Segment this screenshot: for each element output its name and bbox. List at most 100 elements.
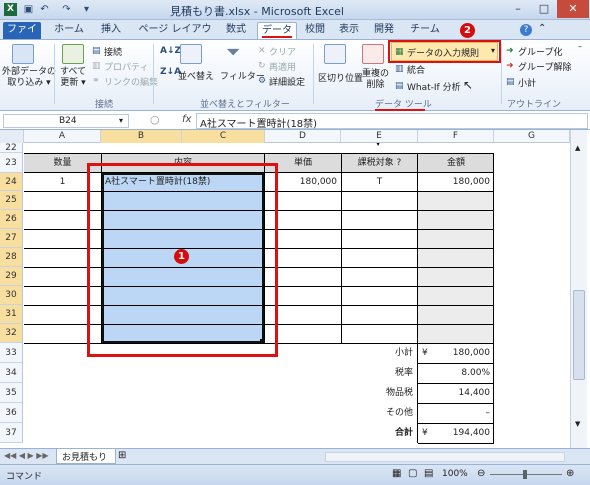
row-header-24[interactable]: 24 xyxy=(0,173,23,191)
ungroup-icon: ➜ xyxy=(506,61,514,71)
connections-button[interactable]: 接続 xyxy=(104,45,122,58)
row-header-31[interactable]: 31 xyxy=(0,305,23,324)
tab-review[interactable]: 校閲 xyxy=(299,22,331,39)
filter-icon[interactable]: ⏷ xyxy=(226,44,240,62)
advanced-filter-button[interactable]: 詳細設定 xyxy=(269,75,305,88)
sort-button[interactable]: 並べ替え xyxy=(178,69,214,82)
row-header-22[interactable]: 22 xyxy=(0,143,23,153)
sheet-tab-estimate[interactable]: お見積もり xyxy=(56,449,116,464)
row-header-33[interactable]: 33 xyxy=(0,343,23,363)
minimize-button[interactable]: – xyxy=(505,0,531,18)
properties-icon: ▥ xyxy=(92,61,101,71)
sort-ascending-button[interactable]: A↓Z xyxy=(160,46,181,56)
group-sort-filter-label: 並べ替えとフィルター xyxy=(200,100,290,110)
refresh-all-button[interactable]: すべて 更新 ▾ xyxy=(60,67,86,89)
horizontal-scrollbar[interactable] xyxy=(325,452,565,462)
row-header-25[interactable]: 25 xyxy=(0,191,23,210)
undo-icon[interactable]: ↶ xyxy=(38,3,51,16)
reapply-button[interactable]: 再適用 xyxy=(269,60,296,73)
consolidate-icon: ▥ xyxy=(395,64,404,74)
edit-links-button[interactable]: リンクの編集 xyxy=(104,75,158,88)
total-label-other: その他 xyxy=(385,408,413,418)
external-data-button[interactable]: 外部データの 取り込み ▾ xyxy=(2,67,56,89)
qat-customize-icon[interactable]: ▾ xyxy=(80,3,93,16)
normal-view-icon[interactable]: ▦ xyxy=(392,468,401,479)
sheet-grid[interactable]: 22 23 24 25 26 27 28 29 30 31 32 33 34 3… xyxy=(0,143,570,448)
sort-icon[interactable] xyxy=(180,44,202,64)
redo-icon[interactable]: ↷ xyxy=(60,3,73,16)
tab-file[interactable]: ファイル xyxy=(3,22,41,51)
sheet-nav-icons[interactable]: ◀◀ ◀ ▶ ▶▶ xyxy=(4,451,49,460)
row-header-35[interactable]: 35 xyxy=(0,383,23,403)
total-value-tax-rate: 8.00% xyxy=(461,368,490,378)
ribbon-minimize-icon[interactable]: ⌃ xyxy=(538,23,546,34)
tab-formulas[interactable]: 数式 xyxy=(218,22,254,39)
tab-view[interactable]: 表示 xyxy=(333,22,365,39)
outline-more-icon[interactable]: – xyxy=(578,42,582,51)
total-value-grand: 194,400 xyxy=(452,428,490,438)
row-header-37[interactable]: 37 xyxy=(0,423,23,443)
new-sheet-icon[interactable]: ⊞ xyxy=(118,450,126,461)
clear-icon: ✕ xyxy=(258,46,266,56)
refresh-all-icon[interactable] xyxy=(62,44,84,64)
tab-team[interactable]: チーム xyxy=(407,22,443,39)
zoom-in-icon[interactable]: ⊕ xyxy=(566,468,574,479)
external-data-icon[interactable] xyxy=(12,44,34,64)
page-layout-view-icon[interactable]: ▢ xyxy=(408,468,417,479)
text-to-columns-button[interactable]: 区切り位置 xyxy=(318,71,363,84)
total-label-tax-rate: 税率 xyxy=(394,368,413,378)
group-button[interactable]: グループ化 xyxy=(518,45,562,58)
properties-button[interactable]: プロパティ xyxy=(104,60,148,73)
cell-e24[interactable]: T xyxy=(341,174,418,190)
tab-developer[interactable]: 開発 xyxy=(368,22,400,39)
row-header-28[interactable]: 28 xyxy=(0,248,23,267)
row-header-26[interactable]: 26 xyxy=(0,210,23,229)
help-icon[interactable]: ? xyxy=(520,24,532,36)
column-header-b[interactable]: B xyxy=(101,130,182,143)
name-box[interactable]: B24 ▾ xyxy=(3,114,129,128)
column-header-g[interactable]: G xyxy=(494,130,570,143)
formula-input[interactable]: A社スマート置時計(18禁) xyxy=(196,113,588,130)
select-all-corner[interactable] xyxy=(0,130,24,143)
sheet-tab-bar: ◀◀ ◀ ▶ ▶▶ お見積もり ⊞ xyxy=(0,448,590,464)
what-if-button[interactable]: What-If 分析 xyxy=(407,80,461,93)
cell-f24[interactable]: 180,000 xyxy=(418,174,490,190)
remove-duplicates-icon[interactable] xyxy=(362,44,384,64)
zoom-slider-thumb[interactable] xyxy=(523,470,527,479)
text-to-columns-icon[interactable] xyxy=(324,44,346,64)
row-header-23[interactable]: 23 xyxy=(0,153,23,173)
row-header-34[interactable]: 34 xyxy=(0,363,23,383)
column-header-c[interactable]: C xyxy=(182,130,265,143)
vertical-scrollbar[interactable]: ▲ ▼ xyxy=(570,130,587,448)
consolidate-button[interactable]: 統合 xyxy=(407,63,425,76)
row-header-27[interactable]: 27 xyxy=(0,229,23,248)
tab-insert[interactable]: 挿入 xyxy=(93,22,129,39)
column-header-d[interactable]: D xyxy=(265,130,341,143)
column-header-e[interactable]: E xyxy=(341,130,418,143)
tab-home[interactable]: ホーム xyxy=(50,22,88,39)
ungroup-button[interactable]: グループ解除 xyxy=(518,60,571,73)
total-value-other: – xyxy=(485,408,491,418)
insert-function-separator: ○ xyxy=(150,113,160,126)
row-header-29[interactable]: 29 xyxy=(0,267,23,286)
row-header-36[interactable]: 36 xyxy=(0,403,23,423)
clear-button[interactable]: クリア xyxy=(269,45,296,58)
row-header-30[interactable]: 30 xyxy=(0,286,23,305)
subtotal-button[interactable]: 小計 xyxy=(518,76,536,89)
close-button[interactable]: ✕ xyxy=(557,0,589,18)
page-break-view-icon[interactable]: ▤ xyxy=(424,468,433,479)
column-header-a[interactable]: A xyxy=(24,130,101,143)
zoom-out-icon[interactable]: ⊖ xyxy=(477,468,485,479)
ribbon: 外部データの 取り込み ▾ すべて 更新 ▾ ▤ 接続 ▥ プロパティ ⚭ リン… xyxy=(0,39,590,111)
maximize-button[interactable]: □ xyxy=(531,0,557,18)
column-header-f[interactable]: F xyxy=(418,130,494,143)
zoom-level[interactable]: 100% xyxy=(442,469,468,479)
remove-duplicates-button[interactable]: 重複の 削除 xyxy=(362,69,389,91)
row-header-32[interactable]: 32 xyxy=(0,324,23,343)
header-taxable: 課税対象 ? xyxy=(357,158,402,168)
insert-function-icon[interactable]: fx xyxy=(182,114,191,125)
total-value-subtotal: 180,000 xyxy=(452,348,490,358)
tab-page-layout[interactable]: ページ レイアウト xyxy=(134,22,216,51)
excel-logo-icon: X xyxy=(4,3,17,16)
save-icon[interactable]: ▣ xyxy=(22,3,35,16)
